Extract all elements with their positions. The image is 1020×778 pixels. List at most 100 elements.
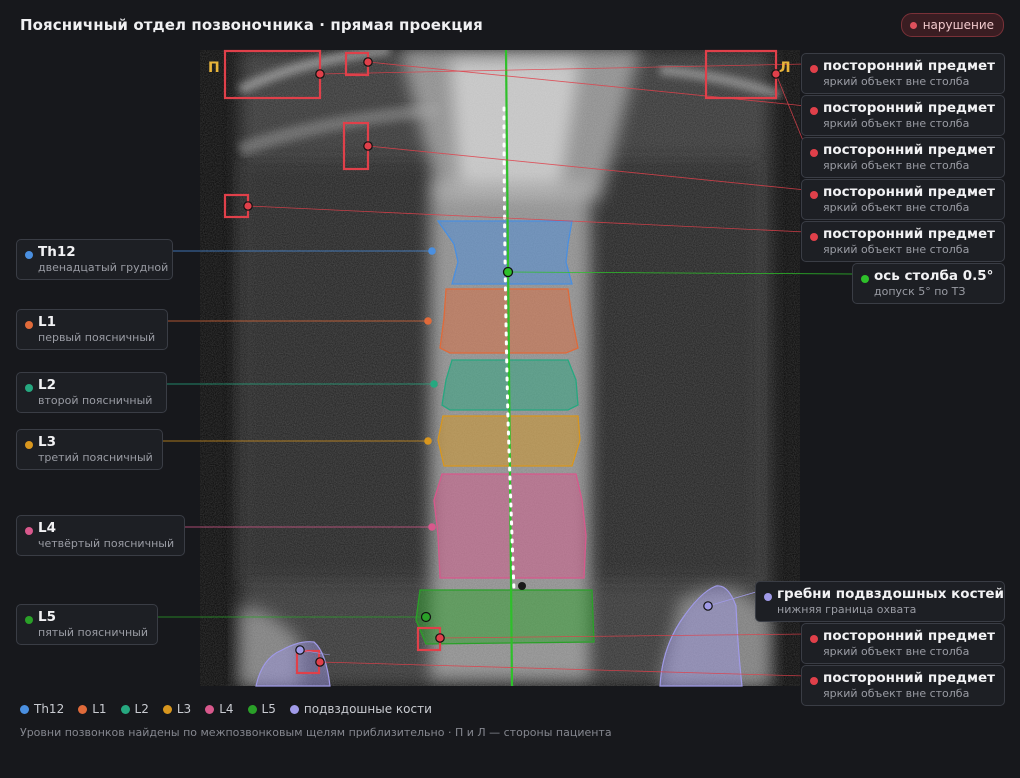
legend-label: L2: [134, 702, 149, 716]
callout-dot-icon: [810, 233, 818, 241]
callout-subtitle: допуск 5° по ТЗ: [874, 285, 966, 298]
callout-dot-icon: [810, 191, 818, 199]
callout-dot-icon: [764, 593, 772, 601]
legend-swatch-icon: [205, 704, 215, 714]
callout-dot-icon: [25, 321, 33, 329]
callout-subtitle: яркий объект вне столба: [823, 75, 970, 88]
callout-subtitle: яркий объект вне столба: [823, 201, 970, 214]
callout-title: гребни подвздошных костей: [777, 586, 1005, 602]
centerline-end-marker: [518, 582, 526, 590]
callout-foreign-object[interactable]: посторонний предмет яркий объект вне стол…: [801, 179, 1005, 220]
legend-item-iliac[interactable]: подвздошные кости: [289, 702, 432, 716]
callout-vertebra-l3[interactable]: L3 третий поясничный: [16, 429, 163, 470]
callout-subtitle: яркий объект вне столба: [823, 159, 970, 172]
callout-dot-icon: [25, 527, 33, 535]
callout-vertebra-th12[interactable]: Th12 двенадцатый грудной: [16, 239, 173, 280]
callout-vertebra-l2[interactable]: L2 второй поясничный: [16, 372, 167, 413]
callout-title: L4: [38, 520, 56, 536]
legend-label: L3: [176, 702, 192, 716]
callout-dot-icon: [25, 616, 33, 624]
iliac-anchor[interactable]: [703, 601, 713, 611]
vertebra-anchor: [428, 523, 436, 531]
callout-iliac-crests[interactable]: гребни подвздошных костей нижняя граница …: [755, 581, 1005, 622]
callout-subtitle: второй поясничный: [38, 394, 153, 407]
side-label-left-patient: Л: [779, 60, 791, 76]
callout-vertebra-l1[interactable]: L1 первый поясничный: [16, 309, 168, 350]
callout-title: L3: [38, 434, 56, 450]
legend-swatch-icon: [289, 704, 299, 714]
callout-title: L2: [38, 377, 56, 393]
callout-foreign-object[interactable]: посторонний предмет яркий объект вне стол…: [801, 137, 1005, 178]
legend-swatch-icon: [78, 704, 88, 714]
legend-swatch-icon: [162, 704, 172, 714]
callout-dot-icon: [810, 107, 818, 115]
callout-title: посторонний предмет: [823, 628, 995, 644]
iliac-anchor-right[interactable]: [295, 645, 305, 655]
legend-label: L4: [219, 702, 234, 716]
callout-title: L5: [38, 609, 56, 625]
legend-label: Th12: [34, 702, 65, 716]
callout-title: посторонний предмет: [823, 670, 995, 686]
callout-subtitle: четвёртый поясничный: [38, 537, 175, 550]
callout-title: посторонний предмет: [823, 58, 995, 74]
side-label-right-patient: П: [208, 60, 220, 76]
callout-subtitle: пятый поясничный: [38, 626, 148, 639]
callout-title: L1: [38, 314, 56, 330]
footnote: Уровни позвонков найдены по межпозвонков…: [20, 726, 612, 739]
callout-dot-icon: [810, 65, 818, 73]
legend-label: L1: [92, 702, 107, 716]
callout-title: ось столба 0.5°: [874, 268, 994, 284]
foreign-object-marker[interactable]: [315, 69, 325, 79]
callout-title: Th12: [38, 244, 76, 260]
callout-vertebra-l4[interactable]: L4 четвёртый поясничный: [16, 515, 185, 556]
foreign-object-marker[interactable]: [315, 657, 325, 667]
foreign-object-marker[interactable]: [363, 57, 373, 67]
vertebra-anchor: [424, 317, 432, 325]
callout-title: посторонний предмет: [823, 184, 995, 200]
legend-item-l1[interactable]: L1: [78, 702, 107, 716]
legend-label: L5: [261, 702, 276, 716]
legend-item-l3[interactable]: L3: [162, 702, 192, 716]
callout-column-axis[interactable]: ось столба 0.5° допуск 5° по ТЗ: [852, 263, 1005, 304]
legend-item-th12[interactable]: Th12: [20, 702, 64, 716]
legend-item-l4[interactable]: L4: [205, 702, 234, 716]
callout-dot-icon: [810, 635, 818, 643]
axis-anchor[interactable]: [502, 266, 514, 278]
callout-subtitle: яркий объект вне столба: [823, 117, 970, 130]
callout-subtitle: нижняя граница охвата: [777, 603, 917, 616]
callout-foreign-object[interactable]: посторонний предмет яркий объект вне стол…: [801, 221, 1005, 262]
callout-foreign-object[interactable]: посторонний предмет яркий объект вне стол…: [801, 95, 1005, 136]
legend: Th12 L1 L2 L3 L4 L5 подвздошные кости: [20, 702, 432, 716]
legend-swatch-icon: [20, 704, 29, 714]
foreign-object-marker[interactable]: [243, 201, 253, 211]
callout-subtitle: яркий объект вне столба: [823, 243, 970, 256]
legend-swatch-icon: [120, 704, 130, 714]
callout-dot-icon: [25, 384, 33, 392]
callout-vertebra-l5[interactable]: L5 пятый поясничный: [16, 604, 158, 645]
vertebra-anchor: [424, 437, 432, 445]
l5-marker[interactable]: [420, 611, 432, 623]
callout-subtitle: яркий объект вне столба: [823, 687, 970, 700]
callout-foreign-object[interactable]: посторонний предмет яркий объект вне стол…: [801, 623, 1005, 664]
callout-dot-icon: [25, 251, 33, 259]
callout-subtitle: яркий объект вне столба: [823, 645, 970, 658]
callout-subtitle: двенадцатый грудной: [38, 261, 169, 274]
callout-foreign-object[interactable]: посторонний предмет яркий объект вне стол…: [801, 665, 1005, 706]
legend-label: подвздошные кости: [303, 702, 432, 716]
legend-item-l2[interactable]: L2: [120, 702, 149, 716]
callout-subtitle: первый поясничный: [38, 331, 156, 344]
callout-dot-icon: [861, 275, 869, 283]
callout-dot-icon: [810, 677, 818, 685]
legend-swatch-icon: [247, 704, 257, 714]
callout-foreign-object[interactable]: посторонний предмет яркий объект вне стол…: [801, 53, 1005, 94]
vertebra-anchor: [430, 380, 438, 388]
callout-title: посторонний предмет: [823, 100, 995, 116]
vertebra-anchor: [428, 247, 436, 255]
foreign-object-marker[interactable]: [435, 633, 445, 643]
legend-item-l5[interactable]: L5: [247, 702, 276, 716]
callout-title: посторонний предмет: [823, 226, 995, 242]
callout-title: посторонний предмет: [823, 142, 995, 158]
foreign-object-marker[interactable]: [363, 141, 373, 151]
callout-subtitle: третий поясничный: [38, 451, 153, 464]
callout-dot-icon: [25, 441, 33, 449]
